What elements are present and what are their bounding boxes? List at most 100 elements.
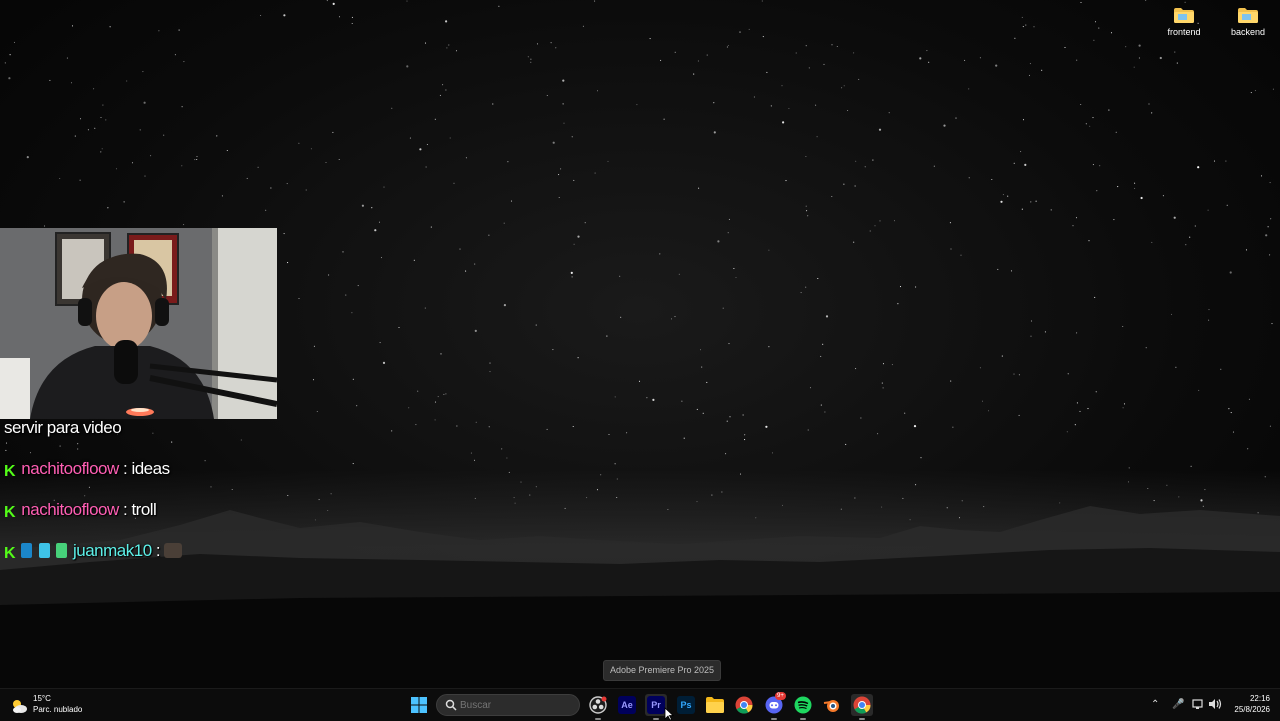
search-input[interactable] — [460, 698, 570, 712]
star — [144, 175, 146, 177]
star — [178, 29, 180, 31]
star — [596, 90, 599, 92]
star — [174, 54, 176, 56]
star — [417, 390, 419, 392]
desktop-icon-label: frontend — [1167, 27, 1201, 37]
desktop-icon-backend[interactable]: backend — [1218, 4, 1278, 37]
star — [59, 177, 61, 180]
star — [995, 64, 998, 67]
blender-icon[interactable] — [821, 694, 843, 716]
taskbar-search[interactable] — [436, 694, 580, 716]
star — [1175, 366, 1177, 368]
star — [351, 22, 353, 25]
star — [1208, 319, 1210, 321]
star — [246, 177, 248, 179]
star — [1170, 313, 1173, 315]
star — [807, 215, 809, 217]
star — [831, 195, 833, 198]
star — [310, 148, 312, 150]
volume-icon[interactable] — [1208, 698, 1222, 710]
star — [768, 346, 770, 348]
microphone-icon[interactable]: 🎤 — [1172, 699, 1184, 711]
desktop-icon-frontend[interactable]: frontend — [1154, 4, 1214, 37]
star — [816, 136, 818, 138]
star — [406, 65, 409, 68]
discord-icon[interactable]: 9+ — [763, 692, 786, 720]
spotify-icon[interactable] — [792, 694, 814, 720]
chrome-dev-icon[interactable] — [851, 694, 873, 720]
kick-badge-icon: K — [4, 504, 16, 521]
star — [652, 398, 655, 401]
kick-badge-icon: K — [4, 463, 16, 480]
star — [1022, 119, 1025, 121]
file-explorer-icon[interactable] — [704, 694, 726, 716]
star — [87, 129, 89, 131]
star — [425, 166, 427, 168]
weather-widget[interactable]: 15°C Parc. nublado — [10, 694, 110, 718]
star — [841, 87, 843, 89]
star — [573, 243, 575, 245]
star — [332, 2, 335, 5]
chevron-up-icon[interactable]: ⌃ — [1151, 699, 1159, 711]
star — [1151, 112, 1153, 114]
star — [1250, 92, 1252, 94]
star — [1013, 373, 1015, 375]
star — [1229, 271, 1232, 274]
star — [626, 432, 628, 434]
star — [620, 316, 622, 318]
star — [1207, 209, 1209, 211]
star — [608, 433, 610, 436]
star — [43, 225, 46, 227]
star — [1134, 182, 1136, 184]
star — [489, 362, 491, 364]
star — [196, 156, 198, 158]
star — [981, 400, 984, 402]
star — [693, 73, 695, 75]
star — [577, 357, 579, 359]
photoshop-icon[interactable]: Ps — [675, 694, 697, 716]
star — [1080, 1, 1082, 4]
star — [558, 196, 560, 199]
star — [573, 179, 575, 181]
star — [1269, 254, 1271, 256]
star — [1138, 57, 1140, 59]
star — [488, 426, 490, 428]
star — [874, 225, 876, 227]
star — [352, 378, 354, 380]
star — [1033, 26, 1035, 28]
star — [265, 209, 267, 211]
star — [5, 442, 8, 444]
star — [1092, 117, 1094, 119]
star — [196, 158, 198, 161]
star — [298, 142, 300, 144]
star — [899, 286, 902, 288]
star — [820, 355, 822, 357]
chrome-icon[interactable] — [733, 694, 755, 716]
star — [26, 156, 29, 159]
star — [614, 463, 616, 465]
start-button[interactable] — [408, 694, 430, 716]
star — [181, 165, 183, 167]
after-effects-icon[interactable]: Ae — [616, 694, 638, 716]
star — [950, 380, 952, 382]
folder-icon — [1174, 8, 1194, 23]
star — [473, 459, 476, 461]
star — [123, 201, 125, 203]
star — [459, 248, 461, 250]
star — [298, 297, 300, 300]
star — [572, 425, 574, 428]
obs-icon[interactable] — [587, 694, 609, 720]
network-icon[interactable] — [1192, 698, 1204, 710]
star — [527, 56, 529, 58]
system-clock[interactable]: 22:16 25/8/2026 — [1226, 693, 1270, 715]
star — [893, 220, 896, 222]
star — [1267, 226, 1269, 228]
star — [659, 253, 661, 255]
chat-message-text: servir para video — [4, 418, 122, 437]
star — [510, 200, 513, 202]
windows-logo-icon — [411, 697, 427, 713]
verified-badge-icon — [55, 543, 67, 558]
clock-date: 25/8/2026 — [1234, 705, 1270, 714]
star — [126, 80, 128, 82]
star — [663, 118, 665, 120]
